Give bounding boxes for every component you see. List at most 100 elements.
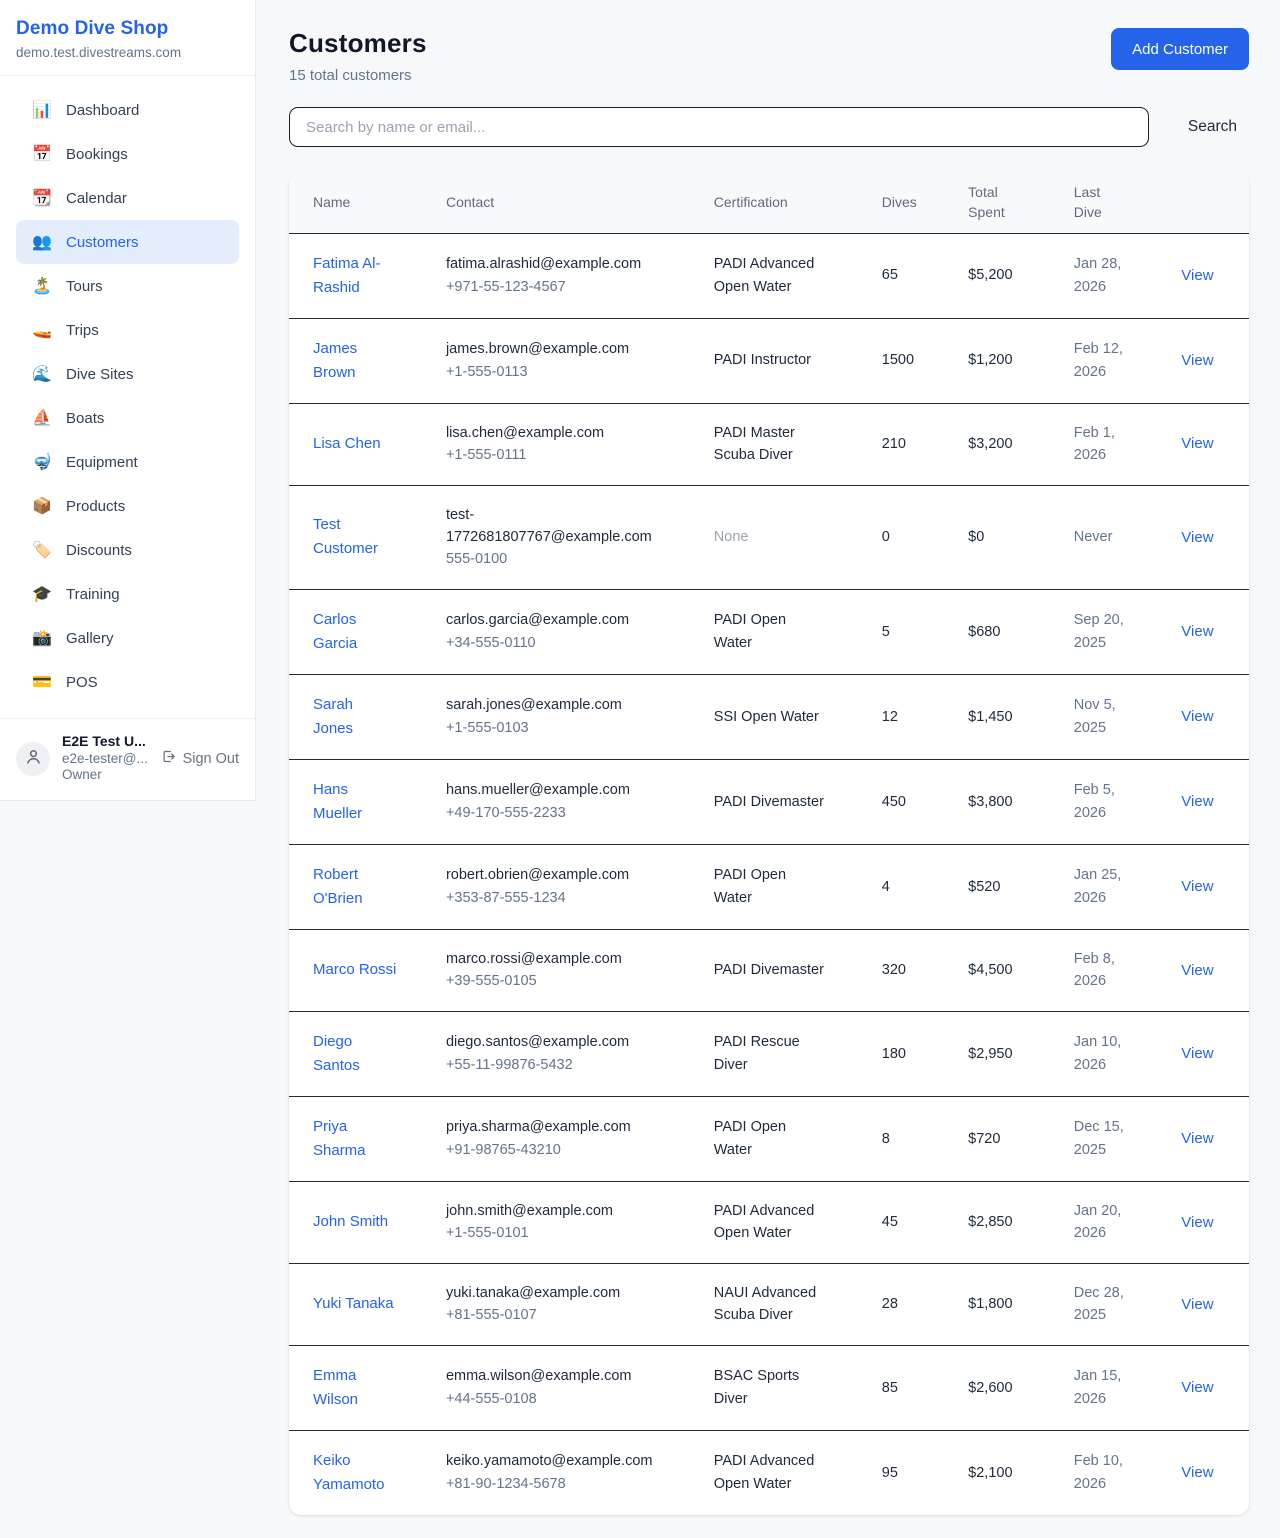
customers-table-card: Name Contact Certification Dives Total S… — [289, 172, 1249, 1515]
customer-email: keiko.yamamoto@example.com — [446, 1450, 654, 1472]
total-spent-value: $2,950 — [956, 1011, 1062, 1096]
sidebar-item-gallery[interactable]: 📸 Gallery — [16, 616, 239, 660]
sidebar: Demo Dive Shop demo.test.divestreams.com… — [0, 0, 256, 801]
customer-phone: +55-11-99876-5432 — [446, 1054, 654, 1076]
view-link[interactable]: View — [1181, 1045, 1213, 1062]
sidebar-item-tours[interactable]: 🏝️ Tours — [16, 264, 239, 308]
last-dive-value: Feb 12, 2026 — [1074, 338, 1138, 383]
customer-phone: +81-555-0107 — [446, 1304, 654, 1326]
view-link[interactable]: View — [1181, 529, 1213, 546]
search-input[interactable] — [289, 107, 1149, 147]
last-dive-value: Jan 20, 2026 — [1074, 1200, 1138, 1245]
sidebar-item-trips[interactable]: 🚤 Trips — [16, 308, 239, 352]
sidebar-item-dive-sites[interactable]: 🌊 Dive Sites — [16, 352, 239, 396]
sidebar-item-label: Dive Sites — [66, 366, 134, 383]
view-link[interactable]: View — [1181, 1296, 1213, 1313]
customer-phone: +49-170-555-2233 — [446, 802, 654, 824]
shop-logo[interactable]: Demo Dive Shop demo.test.divestreams.com — [0, 0, 255, 76]
customer-phone: +971-55-123-4567 — [446, 276, 654, 298]
sidebar-item-bookings[interactable]: 📅 Bookings — [16, 132, 239, 176]
customer-email: test-1772681807767@example.com — [446, 504, 654, 549]
sidebar-item-equipment[interactable]: 🤿 Equipment — [16, 440, 239, 484]
sidebar-item-training[interactable]: 🎓 Training — [16, 572, 239, 616]
user-info: E2E Test U... e2e-tester@... Owner — [62, 733, 161, 784]
last-dive-value: Feb 10, 2026 — [1074, 1450, 1138, 1495]
customer-name-link[interactable]: Test Customer — [313, 513, 397, 561]
view-link[interactable]: View — [1181, 1464, 1213, 1481]
search-button[interactable]: Search — [1176, 112, 1249, 142]
sidebar-item-pos[interactable]: 💳 POS — [16, 660, 239, 704]
dives-value: 8 — [870, 1096, 956, 1181]
customer-email: marco.rossi@example.com — [446, 948, 654, 970]
view-link[interactable]: View — [1181, 1379, 1213, 1396]
sidebar-item-dashboard[interactable]: 📊 Dashboard — [16, 88, 239, 132]
customer-name-link[interactable]: Emma Wilson — [313, 1364, 397, 1412]
shop-name: Demo Dive Shop — [16, 18, 239, 40]
view-link[interactable]: View — [1181, 962, 1213, 979]
customer-name-link[interactable]: Sarah Jones — [313, 693, 397, 741]
main-content: Customers 15 total customers Add Custome… — [256, 0, 1280, 1538]
sidebar-item-discounts[interactable]: 🏷️ Discounts — [16, 528, 239, 572]
view-link[interactable]: View — [1181, 435, 1213, 452]
sign-out-button[interactable]: Sign Out — [161, 749, 239, 768]
customer-name-link[interactable]: Robert O'Brien — [313, 863, 397, 911]
sidebar-item-products[interactable]: 📦 Products — [16, 484, 239, 528]
view-link[interactable]: View — [1181, 352, 1213, 369]
view-link[interactable]: View — [1181, 1130, 1213, 1147]
dives-value: 5 — [870, 589, 956, 674]
customer-name-link[interactable]: James Brown — [313, 337, 397, 385]
certification-value: PADI Instructor — [714, 349, 811, 371]
customer-name-link[interactable]: Hans Mueller — [313, 778, 397, 826]
sidebar-item-boats[interactable]: ⛵ Boats — [16, 396, 239, 440]
sidebar-item-label: Products — [66, 498, 125, 515]
dives-value: 450 — [870, 759, 956, 844]
last-dive-value: Nov 5, 2025 — [1074, 694, 1138, 739]
customer-name-link[interactable]: Lisa Chen — [313, 432, 381, 456]
customer-name-link[interactable]: Keiko Yamamoto — [313, 1449, 397, 1497]
last-dive-value: Never — [1074, 526, 1113, 548]
sidebar-item-calendar[interactable]: 📆 Calendar — [16, 176, 239, 220]
sidebar-item-label: Bookings — [66, 146, 128, 163]
table-row: Sarah Jones sarah.jones@example.com +1-5… — [289, 674, 1249, 759]
total-spent-value: $3,200 — [956, 403, 1062, 485]
last-dive-value: Feb 8, 2026 — [1074, 948, 1138, 993]
table-header-row: Name Contact Certification Dives Total S… — [289, 172, 1249, 233]
sailboat-icon: ⛵ — [32, 410, 54, 426]
camera-icon: 📸 — [32, 630, 54, 646]
wave-icon: 🌊 — [32, 366, 54, 382]
sidebar-item-customers[interactable]: 👥 Customers — [16, 220, 239, 264]
customer-name-link[interactable]: John Smith — [313, 1210, 388, 1234]
dives-value: 180 — [870, 1011, 956, 1096]
customer-table-body: Fatima Al-Rashid fatima.alrashid@example… — [289, 233, 1249, 1515]
customer-email: hans.mueller@example.com — [446, 779, 654, 801]
add-customer-button[interactable]: Add Customer — [1111, 28, 1249, 70]
table-row: Robert O'Brien robert.obrien@example.com… — [289, 844, 1249, 929]
customer-name-link[interactable]: Carlos Garcia — [313, 608, 397, 656]
sidebar-item-label: Dashboard — [66, 102, 139, 119]
table-row: John Smith john.smith@example.com +1-555… — [289, 1181, 1249, 1263]
view-link[interactable]: View — [1181, 623, 1213, 640]
view-link[interactable]: View — [1181, 708, 1213, 725]
view-link[interactable]: View — [1181, 1214, 1213, 1231]
customer-email: priya.sharma@example.com — [446, 1116, 654, 1138]
customer-name-link[interactable]: Marco Rossi — [313, 958, 396, 982]
total-spent-value: $680 — [956, 589, 1062, 674]
table-row: Lisa Chen lisa.chen@example.com +1-555-0… — [289, 403, 1249, 485]
customer-phone: +1-555-0103 — [446, 717, 654, 739]
sidebar-item-label: Training — [66, 586, 120, 603]
sidebar-item-label: Calendar — [66, 190, 127, 207]
customer-name-link[interactable]: Diego Santos — [313, 1030, 397, 1078]
customer-name-link[interactable]: Priya Sharma — [313, 1115, 397, 1163]
customer-email: carlos.garcia@example.com — [446, 609, 654, 631]
certification-value: BSAC Sports Diver — [714, 1365, 826, 1410]
calendar-icon: 📅 — [32, 146, 54, 162]
view-link[interactable]: View — [1181, 267, 1213, 284]
customer-name-link[interactable]: Fatima Al-Rashid — [313, 252, 397, 300]
customer-name-link[interactable]: Yuki Tanaka — [313, 1292, 394, 1316]
last-dive-value: Dec 28, 2025 — [1074, 1282, 1138, 1327]
view-link[interactable]: View — [1181, 793, 1213, 810]
total-spent-value: $2,100 — [956, 1430, 1062, 1515]
tag-icon: 🏷️ — [32, 542, 54, 558]
view-link[interactable]: View — [1181, 878, 1213, 895]
customer-email: diego.santos@example.com — [446, 1031, 654, 1053]
